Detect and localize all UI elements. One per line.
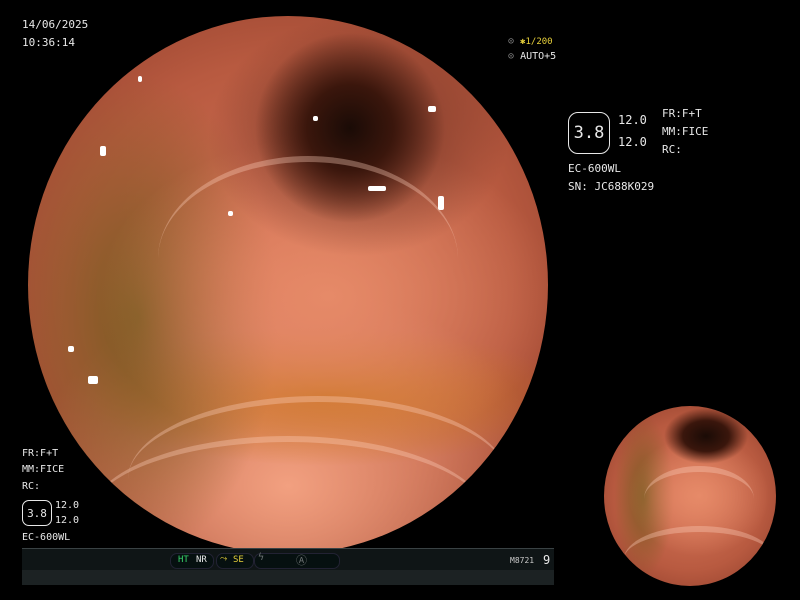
mm-mode: MM:FICE [662,125,709,138]
rc-mode-small: RC: [22,481,41,492]
light-reflection [438,196,444,210]
light-reflection [368,186,386,191]
scope-model: EC-600WL [568,162,621,175]
zoom-indicator: 3.8 [568,112,610,154]
light-reflection [228,211,233,216]
endoscope-inset-view [604,406,776,586]
mucosal-fold [158,156,458,362]
mucosal-fold [624,526,774,586]
mucosal-fold [644,466,754,532]
zoom-value: 3.8 [573,123,605,143]
zoom-indicator-small: 3.8 [22,500,52,526]
serial-number: SN: JC688K029 [568,180,655,193]
param-1-small: 12.0 [55,500,80,511]
zoom-value-small: 3.8 [27,506,47,520]
param-2-small: 12.0 [55,515,80,526]
auto-row: ⊙ AUTO+5 [508,51,556,62]
time-readout: 10:36:14 [22,36,75,49]
fr-mode-small: FR:F+T [22,448,59,459]
scope-model-small: EC-600WL [22,532,71,543]
auto-gain-icon: ⊙ [508,36,515,47]
light-reflection [88,376,98,384]
light-reflection [138,76,142,82]
scope-arrow-icon: ⤳ [220,554,228,564]
record-icon: Ⓐ [296,554,307,567]
auto-gain-icon: ⊙ [508,51,515,62]
light-reflection [68,346,74,352]
param-2: 12.0 [618,135,647,149]
rc-mode: RC: [662,143,682,156]
frame-count: 9 [543,553,551,567]
lightning-icon: ϟ [258,552,265,563]
ht-nr-pill [170,553,214,569]
device-code: M8721 [510,556,535,565]
fr-mode: FR:F+T [662,107,702,120]
param-1: 12.0 [618,113,647,127]
light-reflection [313,116,318,121]
shutter-speed: 1/200 [525,37,553,47]
date-readout: 14/06/2025 [22,18,89,31]
se-indicator: SE [233,555,244,565]
nr-indicator: NR [196,555,207,565]
ht-indicator: HT [178,555,189,565]
endoscope-main-view [28,16,548,554]
mm-mode-small: MM:FICE [22,464,65,475]
light-reflection [428,106,436,112]
shutter-row: ⊙ ✱1/200 [508,36,553,47]
light-reflection [100,146,106,156]
auto-level: AUTO+5 [520,51,557,62]
